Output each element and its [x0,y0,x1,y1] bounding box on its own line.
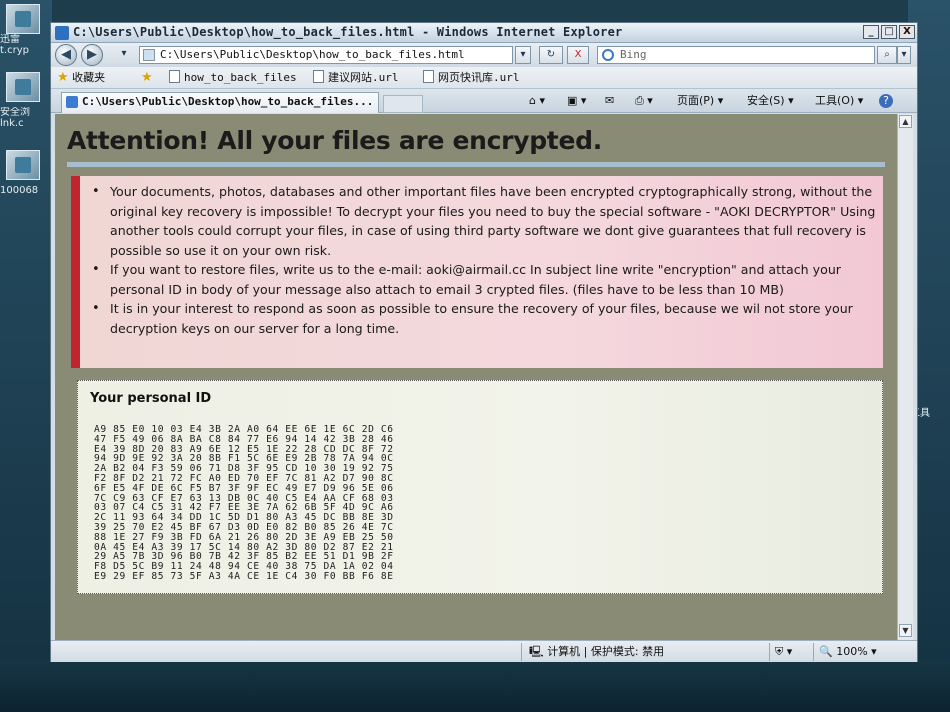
ie-icon [55,26,69,40]
protected-mode-button[interactable]: ⛨ ▾ [775,645,792,659]
address-dropdown[interactable]: ▾ [515,46,531,64]
address-bar[interactable]: C:\Users\Public\Desktop\how_to_back_file… [139,46,513,64]
desktop-bottom [0,660,950,712]
status-bar: 🖳 计算机 | 保护模式: 禁用 ⛨ ▾ 🔍 100% ▾ [51,640,917,662]
tab-title: C:\Users\Public\Desktop\how_to_back_file… [82,95,374,108]
mail-icon: ✉ [605,94,615,107]
print-button[interactable]: ⎙ ▾ [635,94,653,108]
home-icon: ⌂ [529,94,536,107]
search-button[interactable]: ⌕ [877,46,897,64]
favorite-link-label: 建议网站.url [328,71,399,84]
scroll-down-arrow[interactable]: ▼ [899,624,912,637]
search-input[interactable]: Bing [597,46,875,64]
status-separator [769,643,770,661]
help-icon: ? [883,94,889,107]
favorite-link-3[interactable]: 网页快讯库.url [423,70,520,86]
tab-bar: C:\Users\Public\Desktop\how_to_back_file… [51,89,917,113]
heading-rule [67,162,885,167]
personal-id-box: Your personal ID A9 85 E0 10 03 E4 3B 2A… [77,380,883,594]
stop-button[interactable]: X [567,46,589,64]
add-favorite-button[interactable]: ★ [141,70,153,86]
notice-item: If you want to restore files, write us t… [92,260,876,299]
favorites-bar: ★ 收藏夹 ★ how_to_back_files 建议网站.url 网页快讯库… [51,67,917,89]
star-icon: ★ [57,70,69,85]
page-menu-label: 页面(P) [677,94,715,107]
forward-arrow-icon: ▶ [87,47,97,62]
desktop-left-strip: 迅雷 t.cryp 安全浏 lnk.c 100068 [0,0,52,712]
favorites-button[interactable]: ★ 收藏夹 [57,70,105,86]
notice-item: Your documents, photos, databases and ot… [92,182,876,260]
zoom-level: 100% [836,645,868,658]
favorite-link-label: how_to_back_files [184,71,297,84]
forward-button[interactable]: ▶ [81,44,103,66]
back-arrow-icon: ◀ [61,47,71,62]
tools-menu[interactable]: 工具(O) ▾ [815,94,863,108]
favorite-link-label: 网页快讯库.url [438,71,520,84]
navigation-bar: ◀ ▶ ▾ C:\Users\Public\Desktop\how_to_bac… [51,43,917,67]
desktop-icon-browser[interactable] [6,72,40,102]
desktop-icon-sublabel: t.cryp [0,45,29,56]
scroll-up-arrow[interactable]: ▲ [899,115,912,128]
ransom-notice: Your documents, photos, databases and ot… [71,176,883,368]
page-icon [313,70,324,83]
history-dropdown[interactable]: ▾ [115,46,133,64]
notice-list: Your documents, photos, databases and ot… [92,182,876,338]
feeds-button[interactable]: ▣ ▾ [567,94,586,108]
add-favorite-icon: ★ [141,70,153,85]
desktop-icon-sublabel: lnk.c [0,118,24,129]
bing-icon [602,49,614,61]
desktop-icon-label: 100068 [0,185,39,196]
address-text: C:\Users\Public\Desktop\how_to_back_file… [160,48,465,61]
desktop-icon-file[interactable] [6,150,40,180]
personal-id-title: Your personal ID [90,391,212,406]
page-menu[interactable]: 页面(P) ▾ [677,94,723,108]
shield-icon: ⛨ [775,645,784,658]
personal-id-hex: A9 85 E0 10 03 E4 3B 2A A0 64 EE 6E 1E 6… [94,425,394,582]
notice-item: It is in your interest to respond as soo… [92,299,876,338]
status-separator [813,643,814,661]
vertical-scrollbar[interactable]: ▲ ▼ [897,114,913,640]
search-placeholder: Bing [620,48,647,61]
page-icon [169,70,180,83]
ie-tab-icon [66,96,78,108]
personal-id-line: E9 29 EF 85 73 5F A3 4A CE 1E C4 30 F0 B… [94,570,394,582]
desktop-icon-label: 安全浏 [0,107,30,118]
page-heading: Attention! All your files are encrypted. [67,126,602,155]
tab-active[interactable]: C:\Users\Public\Desktop\how_to_back_file… [61,92,379,113]
refresh-button[interactable]: ↻ [539,46,563,64]
mail-button[interactable]: ✉ [605,94,614,108]
desktop-icon-label: 迅雷 [0,34,20,45]
favorite-link-2[interactable]: 建议网站.url [313,70,399,86]
feeds-icon: ▣ [567,94,578,107]
favorites-label: 收藏夹 [72,71,106,84]
page-icon [423,70,434,83]
security-zone-label: 计算机 | 保护模式: 禁用 [547,645,665,658]
tools-menu-label: 工具(O) [815,94,855,107]
zoom-icon: 🔍 [819,645,833,658]
desktop-icon-xunlei[interactable] [6,4,40,34]
minimize-button[interactable]: _ [863,25,879,39]
title-bar[interactable]: C:\Users\Public\Desktop\how_to_back_file… [51,23,917,43]
computer-icon: 🖳 [529,645,544,658]
back-button[interactable]: ◀ [55,44,77,66]
help-button[interactable]: ? [879,94,893,108]
home-button[interactable]: ⌂ ▾ [529,94,545,108]
new-tab-button[interactable] [383,95,423,113]
close-button[interactable]: X [899,25,915,39]
safety-menu[interactable]: 安全(S) ▾ [747,94,794,108]
zoom-button[interactable]: 🔍 100% ▾ [819,645,877,659]
favorite-link-1[interactable]: how_to_back_files [169,70,297,86]
print-icon: ⎙ [635,94,644,107]
window-title: C:\Users\Public\Desktop\how_to_back_file… [73,25,623,39]
safety-menu-label: 安全(S) [747,94,785,107]
page-icon [143,49,155,61]
search-options[interactable]: ▾ [897,46,911,64]
security-zone[interactable]: 🖳 计算机 | 保护模式: 禁用 [529,645,664,659]
browser-window: C:\Users\Public\Desktop\how_to_back_file… [50,22,918,662]
maximize-button[interactable]: □ [881,25,897,39]
page-content: Attention! All your files are encrypted.… [55,114,897,640]
status-separator [521,643,522,661]
